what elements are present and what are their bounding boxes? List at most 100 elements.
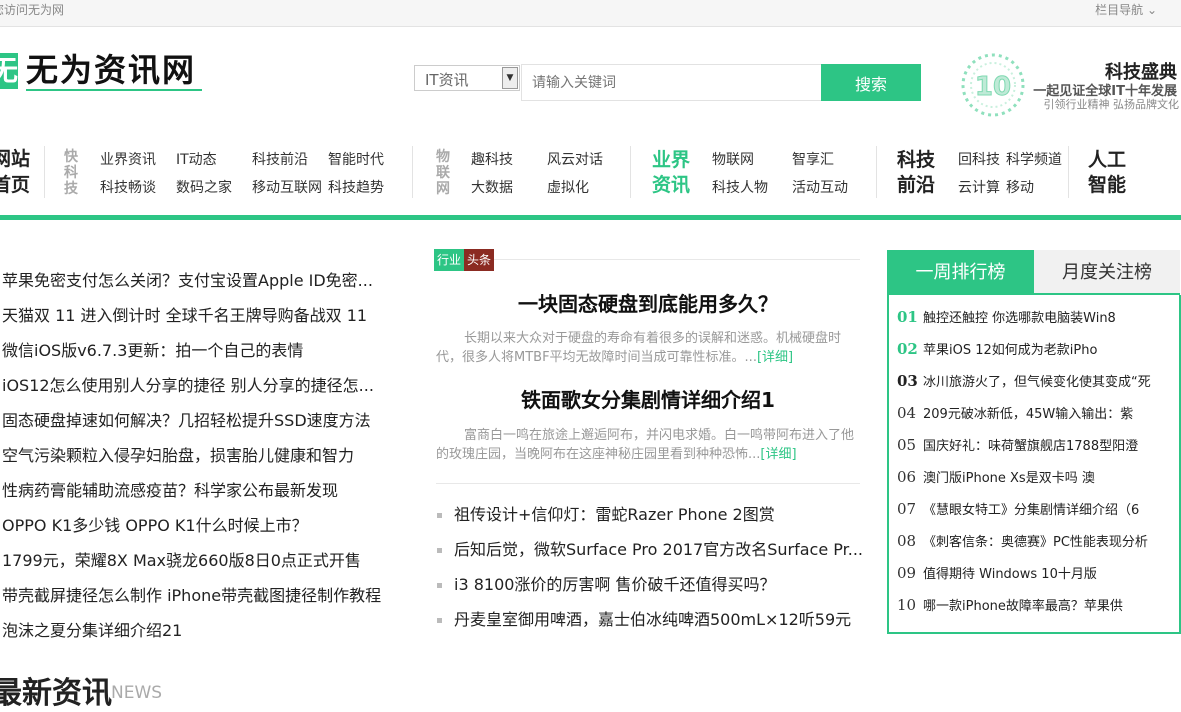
nav-link[interactable]: 数码之家	[176, 177, 232, 197]
headline-list-item[interactable]: 丹麦皇室御用啤酒，嘉士伯冰纯啤酒500mL×12听59元	[437, 606, 851, 630]
ranking-item[interactable]: 10 哪一款iPhone故障率最高？苹果供	[897, 595, 1123, 614]
nav-link[interactable]: 科技趋势	[328, 177, 384, 197]
nav-link[interactable]: 云计算	[958, 177, 1000, 197]
rank-text: 哪一款iPhone故障率最高？苹果供	[923, 599, 1123, 614]
news-link[interactable]: 固态硬盘掉速如何解决？几招轻松提升SSD速度方法	[2, 407, 371, 431]
ranking-item[interactable]: 03 冰川旅游火了，但气候变化使其变成“死	[897, 371, 1151, 390]
search-category-select[interactable]: IT资讯 ▼	[414, 65, 520, 91]
headline-summary: 长期以来大众对于硬盘的寿命有着很多的误解和迷惑。机械硬盘时代，很多人将MTBF平…	[436, 329, 860, 367]
nav-group-iot-label: 物联网	[436, 149, 450, 197]
nav-link[interactable]: 智能时代	[328, 149, 384, 169]
rank-number: 08	[897, 532, 917, 550]
nav-link[interactable]: 科学频道	[1006, 149, 1062, 169]
tab-monthly-ranking[interactable]: 月度关注榜	[1034, 250, 1180, 295]
headline-summary: 富商白一鸣在旅途上邂逅阿布，并闪电求婚。白一鸣带阿布进入了他的玫瑰庄园，当晚阿布…	[436, 426, 860, 464]
bullet-icon	[437, 583, 442, 588]
nav-group-industry-label: 业界 资讯	[652, 148, 690, 198]
nav-divider	[876, 146, 877, 198]
dropdown-arrow-icon[interactable]: ▼	[502, 67, 518, 89]
top-bar-welcome: 您访问无为网	[0, 3, 65, 17]
headline-tag-industry: 行业	[434, 249, 464, 271]
ranking-item[interactable]: 02 苹果iOS 12如何成为老款iPho	[897, 339, 1097, 358]
tab-weekly-ranking[interactable]: 一周排行榜	[887, 250, 1034, 295]
latest-news-heading-en: NEWS	[111, 683, 163, 703]
rank-text: 《慧眼女特工》分集剧情详细介绍（6	[923, 503, 1140, 518]
news-link[interactable]: 空气污染颗粒入侵孕妇胎盘，损害胎儿健康和智力	[2, 442, 354, 466]
headline-list-item[interactable]: 后知后觉，微软Surface Pro 2017官方改名Surface Pr...	[437, 536, 863, 560]
news-link[interactable]: 带壳截屏捷径怎么制作 iPhone带壳截图捷径制作教程	[2, 582, 381, 606]
nav-link[interactable]: 活动互动	[792, 177, 848, 197]
nav-link[interactable]: 移动	[1006, 177, 1034, 197]
nav-group-industry-line1: 业界	[652, 149, 691, 171]
rank-text: 209元破冰新低，45W输入输出：紫	[923, 407, 1134, 422]
search-input[interactable]	[521, 64, 821, 101]
bullet-icon	[437, 513, 442, 518]
search-category-value: IT资讯	[425, 71, 469, 89]
tenth-anniversary-badge-icon: 10	[961, 53, 1025, 117]
ranking-item[interactable]: 01 触控还触控 你选哪款电脑装Win8	[897, 307, 1116, 326]
headline-list-item[interactable]: i3 8100涨价的厉害啊 售价破千还值得买吗？	[437, 571, 776, 595]
nav-link[interactable]: 趣科技	[471, 149, 513, 169]
rank-number: 04	[897, 404, 917, 422]
logo-mark[interactable]: 无	[0, 53, 18, 89]
rank-number: 06	[897, 468, 917, 486]
ranking-item[interactable]: 09 值得期待 Windows 10十月版	[897, 563, 1097, 582]
read-more-link[interactable]: [详细]	[757, 350, 793, 365]
ranking-item[interactable]: 08 《刺客信条：奥德赛》PC性能表现分析	[897, 531, 1148, 550]
column-nav-link[interactable]: 栏目导航 ⌄	[1095, 1, 1157, 18]
news-link[interactable]: 微信iOS版v6.7.3更新：拍一个自己的表情	[2, 337, 303, 361]
nav-link[interactable]: 业界资讯	[100, 149, 156, 169]
nav-link[interactable]: 风云对话	[547, 149, 603, 169]
nav-link[interactable]: 科技畅谈	[100, 177, 156, 197]
nav-link[interactable]: 物联网	[712, 149, 754, 169]
chevron-down-icon: ⌄	[1146, 3, 1157, 17]
nav-divider	[44, 146, 45, 198]
nav-link[interactable]: 移动互联网	[252, 177, 322, 197]
ranking-item[interactable]: 06 澳门版iPhone Xs是双卡吗 澳	[897, 467, 1095, 486]
headline-list-text: 丹麦皇室御用啤酒，嘉士伯冰纯啤酒500mL×12听59元	[454, 610, 852, 629]
nav-link[interactable]: 科技前沿	[252, 149, 308, 169]
rank-text: 值得期待 Windows 10十月版	[923, 567, 1097, 582]
ranking-list: 01 触控还触控 你选哪款电脑装Win8 02 苹果iOS 12如何成为老款iPho…	[887, 295, 1181, 634]
rank-text: 触控还触控 你选哪款电脑装Win8	[923, 311, 1116, 326]
news-link[interactable]: 性病药膏能辅助流感疫苗？科学家公布最新发现	[2, 477, 338, 501]
badge-number: 10	[975, 72, 1011, 102]
nav-link[interactable]: IT动态	[176, 149, 217, 169]
nav-ai-link[interactable]: 人工 智能	[1088, 148, 1126, 198]
nav-link[interactable]: 智享汇	[792, 149, 834, 169]
rank-number: 01	[897, 308, 918, 326]
news-link[interactable]: 泡沫之夏分集详细介绍21	[2, 617, 182, 641]
rank-number: 10	[897, 596, 917, 614]
ranking-item[interactable]: 05 国庆好礼：味荷蟹旗舰店1788型阳澄	[897, 435, 1138, 454]
nav-group-frontier-line2: 前沿	[897, 174, 936, 196]
nav-link[interactable]: 大数据	[471, 177, 513, 197]
news-link[interactable]: 1799元，荣耀8X Max骁龙660版8日0点正式开售	[2, 547, 361, 571]
rank-number: 03	[897, 372, 918, 390]
read-more-link[interactable]: [详细]	[760, 447, 796, 462]
nav-link[interactable]: 虚拟化	[547, 177, 589, 197]
ranking-item[interactable]: 04 209元破冰新低，45W输入输出：紫	[897, 403, 1133, 422]
site-logo-text[interactable]: 无为资讯网	[26, 50, 196, 90]
news-link[interactable]: 苹果免密支付怎么关闭？支付宝设置Apple ID免密...	[2, 267, 373, 291]
rank-number: 07	[897, 500, 917, 518]
bullet-icon	[437, 548, 442, 553]
headline-title[interactable]: 一块固态硬盘到底能用多久？	[436, 288, 860, 317]
rank-number: 05	[897, 436, 917, 454]
news-link[interactable]: iOS12怎么使用别人分享的捷径 别人分享的捷径怎...	[2, 372, 374, 396]
logo-underline	[26, 89, 202, 91]
rank-text: 澳门版iPhone Xs是双卡吗 澳	[923, 471, 1095, 486]
nav-link[interactable]: 科技人物	[712, 177, 768, 197]
search-button[interactable]: 搜索	[821, 64, 921, 101]
headline-list-item[interactable]: 祖传设计+信仰灯：雷蛇Razer Phone 2图赏	[437, 501, 775, 525]
nav-home-link[interactable]: 网站 首页	[0, 146, 30, 198]
nav-divider	[412, 146, 413, 198]
news-link[interactable]: OPPO K1多少钱 OPPO K1什么时候上市？	[2, 512, 308, 536]
nav-link[interactable]: 回科技	[958, 149, 1000, 169]
ranking-item[interactable]: 07 《慧眼女特工》分集剧情详细介绍（6	[897, 499, 1139, 518]
headline-list-text: 后知后觉，微软Surface Pro 2017官方改名Surface Pr...	[454, 540, 864, 559]
nav-home-line1: 网站	[0, 148, 31, 170]
headline-title[interactable]: 铁面歌女分集剧情详细介绍1	[436, 384, 860, 413]
headline-list-text: i3 8100涨价的厉害啊 售价破千还值得买吗？	[454, 575, 776, 594]
main-nav: 网站 首页 快科技 业界资讯 IT动态 科技前沿 智能时代 科技畅谈 数码之家 …	[0, 140, 1181, 216]
news-link[interactable]: 天猫双 11 进入倒计时 全球千名王牌导购备战双 11	[2, 302, 367, 326]
